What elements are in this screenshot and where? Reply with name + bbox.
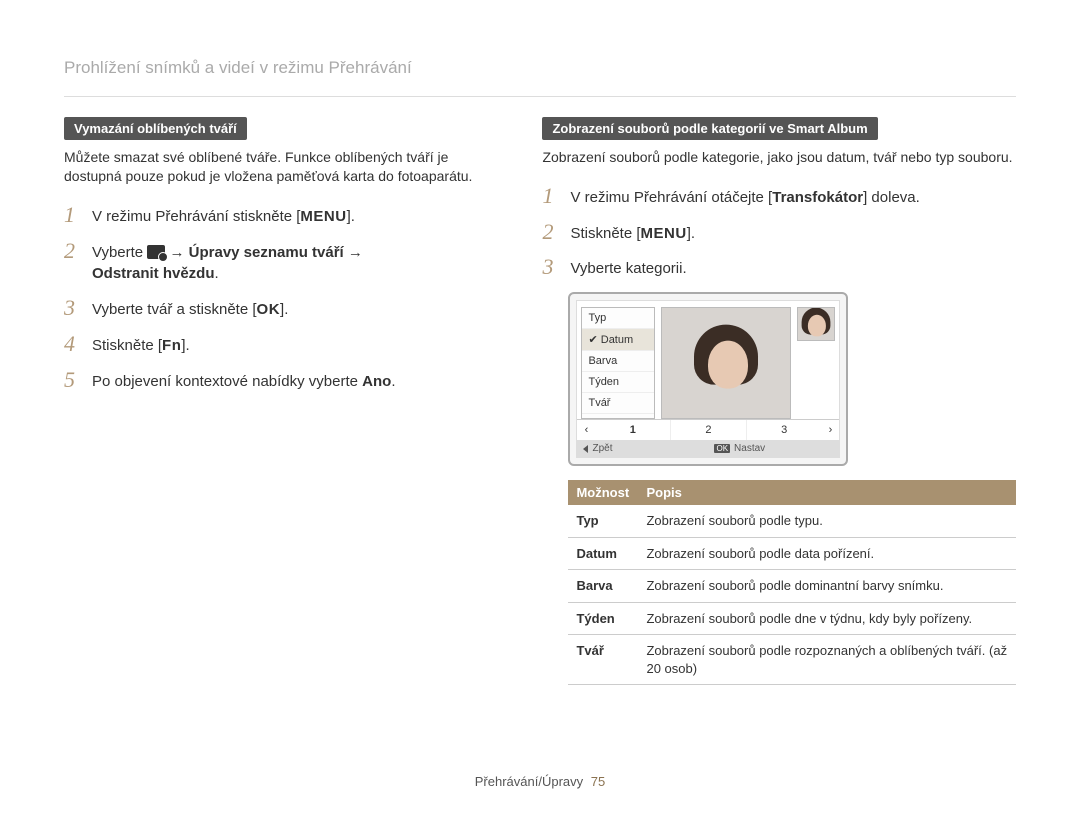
step-text: Stiskněte [Fn]. bbox=[92, 333, 190, 357]
step-number: 1 bbox=[542, 185, 570, 207]
step-text: Vyberte tvář a stiskněte [OK]. bbox=[92, 297, 288, 321]
table-row: BarvaZobrazení souborů podle dominantní … bbox=[568, 570, 1016, 603]
back-icon bbox=[583, 445, 588, 453]
pagination-bar: ‹ 1 2 3 › bbox=[577, 419, 839, 440]
th-desc: Popis bbox=[638, 480, 1016, 505]
step-text: V režimu Přehrávání stiskněte [MENU]. bbox=[92, 204, 355, 228]
menu-item-barva: Barva bbox=[582, 351, 654, 372]
section-label-right: Zobrazení souborů podle kategorií ve Sma… bbox=[542, 117, 877, 140]
menu-item-tyden: Týden bbox=[582, 372, 654, 393]
step-number: 5 bbox=[64, 369, 92, 391]
step-number: 4 bbox=[64, 333, 92, 355]
step-number: 1 bbox=[64, 204, 92, 226]
screen-footer: Zpět OKNastav bbox=[577, 440, 839, 457]
options-table: Možnost Popis TypZobrazení souborů podle… bbox=[568, 480, 1016, 685]
table-row: TýdenZobrazení souborů podle dne v týdnu… bbox=[568, 602, 1016, 635]
step-text: Stiskněte [MENU]. bbox=[570, 221, 695, 245]
page-1: 1 bbox=[595, 420, 670, 440]
page-2: 2 bbox=[670, 420, 746, 440]
divider bbox=[64, 96, 1016, 97]
page-title: Prohlížení snímků a videí v režimu Přehr… bbox=[64, 58, 1016, 78]
section-label-left: Vymazání oblíbených tváří bbox=[64, 117, 247, 140]
right-steps: 1 V režimu Přehrávání otáčejte [Transfok… bbox=[542, 185, 1016, 280]
step-number: 3 bbox=[64, 297, 92, 319]
menu-button-label: MENU bbox=[641, 225, 687, 242]
step-text: Po objevení kontextové nabídky vyberte A… bbox=[92, 369, 396, 393]
table-row: TypZobrazení souborů podle typu. bbox=[568, 505, 1016, 537]
page-footer: Přehrávání/Úpravy 75 bbox=[0, 774, 1080, 789]
step-number: 3 bbox=[542, 256, 570, 278]
step-number: 2 bbox=[542, 221, 570, 243]
fn-button-label: Fn bbox=[162, 337, 181, 354]
table-row: TvářZobrazení souborů podle rozpoznaných… bbox=[568, 635, 1016, 685]
menu-item-datum: ✔ Datum bbox=[582, 329, 654, 351]
photo-preview-main bbox=[661, 307, 791, 419]
camera-screen-illustration: Typ ✔ Datum Barva Týden Tvář bbox=[568, 292, 848, 466]
right-column: Zobrazení souborů podle kategorií ve Sma… bbox=[542, 117, 1016, 685]
th-option: Možnost bbox=[568, 480, 638, 505]
step-text: Vyberte → Úpravy seznamu tváří → Odstran… bbox=[92, 240, 363, 286]
left-steps: 1 V režimu Přehrávání stiskněte [MENU]. … bbox=[64, 204, 494, 393]
category-menu: Typ ✔ Datum Barva Týden Tvář bbox=[581, 307, 655, 419]
menu-item-tvar: Tvář bbox=[582, 393, 654, 414]
step-text: V režimu Přehrávání otáčejte [Transfokát… bbox=[570, 185, 919, 209]
menu-item-typ: Typ bbox=[582, 308, 654, 329]
page-3: 3 bbox=[746, 420, 822, 440]
table-row: DatumZobrazení souborů podle data poříze… bbox=[568, 537, 1016, 570]
ok-button-label: OK bbox=[257, 301, 281, 318]
left-column: Vymazání oblíbených tváří Můžete smazat … bbox=[64, 117, 494, 685]
ok-icon: OK bbox=[714, 444, 730, 453]
step-text: Vyberte kategorii. bbox=[570, 256, 686, 280]
photo-thumb bbox=[797, 307, 835, 341]
step-number: 2 bbox=[64, 240, 92, 262]
menu-button-label: MENU bbox=[300, 208, 346, 225]
settings-icon bbox=[147, 245, 165, 259]
right-intro: Zobrazení souborů podle kategorie, jako … bbox=[542, 148, 1016, 167]
chevron-right-icon: › bbox=[821, 420, 839, 440]
left-intro: Můžete smazat své oblíbené tváře. Funkce… bbox=[64, 148, 494, 186]
chevron-left-icon: ‹ bbox=[577, 420, 595, 440]
